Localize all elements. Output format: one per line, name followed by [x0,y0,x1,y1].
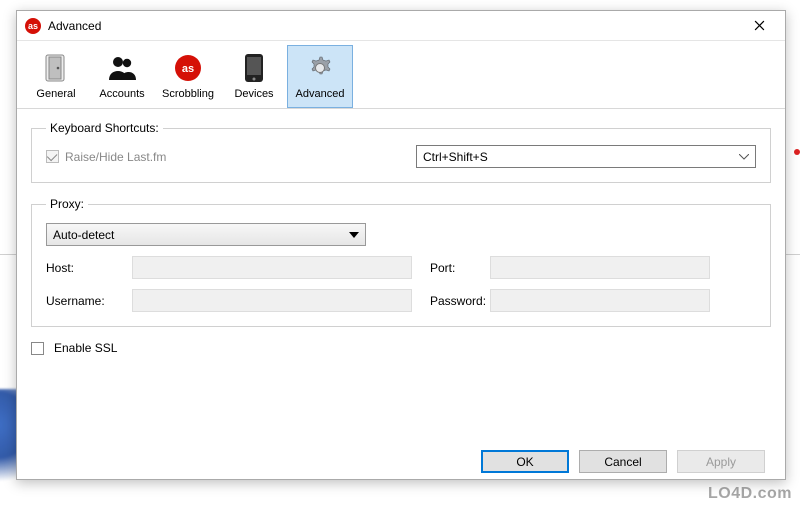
tab-general[interactable]: General [23,45,89,108]
dialog-buttons: OK Cancel Apply [31,444,771,473]
port-label: Port: [412,261,490,275]
proxy-group: Proxy: Auto-detect Host: Port: [31,197,771,327]
settings-dialog: as Advanced General Accounts [16,10,786,480]
password-input[interactable] [490,289,710,312]
scrobbling-icon: as [172,52,204,84]
username-label: Username: [46,294,132,308]
username-input[interactable] [132,289,412,312]
proxy-mode-dropdown[interactable]: Auto-detect [46,223,366,246]
host-label: Host: [46,261,132,275]
window-title: Advanced [48,19,101,33]
tab-label: General [36,88,75,100]
tab-devices[interactable]: Devices [221,45,287,108]
tab-advanced[interactable]: Advanced [287,45,353,108]
proxy-mode-value: Auto-detect [53,228,345,242]
svg-text:as: as [182,63,194,75]
cancel-button[interactable]: Cancel [579,450,667,473]
settings-tabs: General Accounts as Scrobbling Devices [17,41,785,109]
titlebar: as Advanced [17,11,785,41]
apply-button: Apply [677,450,765,473]
tab-scrobbling[interactable]: as Scrobbling [155,45,221,108]
group-title: Proxy: [46,197,88,211]
watermark: LO4D.com [708,485,792,503]
ok-button[interactable]: OK [481,450,569,473]
checkbox-label: Raise/Hide Last.fm [65,150,166,164]
checkbox-icon [46,150,59,163]
group-title: Keyboard Shortcuts: [46,121,163,135]
device-icon [238,52,270,84]
lastfm-icon: as [25,18,41,34]
tab-label: Accounts [99,88,144,100]
close-icon [754,20,765,31]
raise-hide-checkbox: Raise/Hide Last.fm [46,150,166,164]
tab-label: Scrobbling [162,88,214,100]
tab-label: Devices [234,88,273,100]
password-label: Password: [412,294,490,308]
host-input[interactable] [132,256,412,279]
close-button[interactable] [737,12,781,40]
enable-ssl-checkbox[interactable]: Enable SSL [31,341,771,355]
shortcut-value: Ctrl+Shift+S [423,150,735,164]
chevron-down-icon [735,146,749,167]
checkbox-label: Enable SSL [54,341,117,355]
accounts-icon [106,52,138,84]
keyboard-shortcuts-group: Keyboard Shortcuts: Raise/Hide Last.fm C… [31,121,771,183]
door-icon [40,52,72,84]
shortcut-combo[interactable]: Ctrl+Shift+S [416,145,756,168]
tab-label: Advanced [296,88,345,100]
triangle-down-icon [345,224,359,245]
gear-icon [304,52,336,84]
tab-content: Keyboard Shortcuts: Raise/Hide Last.fm C… [17,109,785,479]
tab-accounts[interactable]: Accounts [89,45,155,108]
checkbox-icon [31,342,44,355]
port-input[interactable] [490,256,710,279]
